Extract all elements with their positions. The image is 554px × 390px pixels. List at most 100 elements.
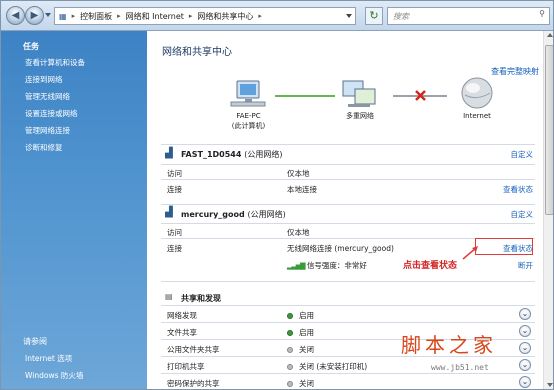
status-on-icon <box>287 313 293 319</box>
sharing-row-label: 网络发现 <box>167 311 197 320</box>
divider <box>161 322 535 323</box>
search-input[interactable]: 搜索 ⚲ <box>387 7 550 25</box>
sidebar-link-windows-firewall[interactable]: Windows 防火墙 <box>25 370 83 381</box>
refresh-button[interactable]: ↻ <box>365 7 383 25</box>
divider <box>161 373 535 374</box>
sidebar-item-manage-wireless[interactable]: 管理无线网络 <box>25 91 70 102</box>
breadcrumb[interactable]: ▦ ▸ 控制面板 ▸ 网络和 Internet ▸ 网络和共享中心 ▸ <box>54 7 356 25</box>
scroll-thumb[interactable] <box>545 45 553 215</box>
multiple-networks-icon <box>342 80 376 107</box>
network-2-name: mercury_good (公用网络) <box>181 209 286 220</box>
sidebar-item-connect-network[interactable]: 连接到网络 <box>25 74 63 85</box>
callout-arrow-icon <box>462 246 478 260</box>
status-on-icon <box>287 330 293 336</box>
network-1-access-label: 访问 <box>167 169 182 178</box>
computer-icon <box>230 80 266 107</box>
breadcrumb-separator-icon: ▸ <box>71 12 76 20</box>
divider <box>161 204 535 205</box>
network-1-view-status-link[interactable]: 查看状态 <box>503 184 533 195</box>
sharing-heading: 共享和发现 <box>181 294 221 303</box>
network-2-ssid: mercury_good <box>181 210 245 219</box>
status-off-icon <box>287 347 293 353</box>
sharing-row-label: 文件共享 <box>167 328 197 337</box>
sidebar: 任务 查看计算机和设备 连接到网络 管理无线网络 设置连接或网络 管理网络连接 … <box>1 31 147 389</box>
wireless-network-icon: ▟ <box>165 207 173 218</box>
network-folder-icon: ▦ <box>59 11 67 21</box>
divider <box>161 223 535 224</box>
disconnect-link[interactable]: 断开 <box>518 260 533 271</box>
expand-chevron-icon[interactable]: ⌄ <box>519 359 531 371</box>
status-off-icon <box>287 364 293 370</box>
sidebar-heading: 任务 <box>23 42 39 51</box>
network-1-type: (公用网络) <box>244 150 283 159</box>
sidebar-item-manage-connections[interactable]: 管理网络连接 <box>25 125 70 136</box>
sharing-row-status: 关闭 <box>287 344 314 355</box>
breadcrumb-separator-icon: ▸ <box>117 12 121 20</box>
status-off-icon <box>287 381 293 387</box>
wired-network-icon: ▟ <box>165 148 173 159</box>
search-placeholder: 搜索 <box>393 11 409 21</box>
sharing-row-status-text: 启用 <box>299 328 314 337</box>
expand-chevron-icon[interactable]: ⌄ <box>519 376 531 388</box>
sidebar-item-setup-connection[interactable]: 设置连接或网络 <box>25 108 78 119</box>
multiple-networks-label: 多重网络 <box>346 112 374 120</box>
sharing-row-status: 关闭 (未安装打印机) <box>287 361 367 372</box>
expand-chevron-icon[interactable]: ⌄ <box>519 342 531 354</box>
network-2-access-label: 访问 <box>167 228 182 237</box>
network-2-connection-label: 连接 <box>167 244 182 253</box>
network-1-name: FAST_1D0544 (公用网络) <box>181 149 282 160</box>
breadcrumb-separator-icon: ▸ <box>188 12 193 20</box>
watermark-text: 脚本之家 <box>401 333 497 357</box>
recent-pages-dropdown-icon[interactable] <box>45 13 51 17</box>
see-also-heading: 请参阅 <box>23 337 47 346</box>
window: ◀ ▶ ▦ ▸ 控制面板 ▸ 网络和 Internet ▸ 网络和共享中心 ▸ … <box>0 0 554 390</box>
network-1-connection-label: 连接 <box>167 185 182 194</box>
expand-chevron-icon[interactable]: ⌄ <box>519 308 531 320</box>
page-title: 网络和共享中心 <box>162 47 232 58</box>
sharing-row-status-text: 启用 <box>299 311 314 320</box>
divider <box>161 164 535 165</box>
breadcrumb-separator-icon: ▸ <box>258 12 262 20</box>
network-2-connection-value: 无线网络连接 (mercury_good) <box>287 244 394 253</box>
scroll-down-icon[interactable] <box>547 383 553 387</box>
divider <box>161 305 535 306</box>
sharing-row-label: 打印机共享 <box>167 362 205 371</box>
sharing-row-status: 启用 <box>287 327 314 338</box>
network-1-connection-value: 本地连接 <box>287 185 317 194</box>
expand-chevron-icon[interactable]: ⌄ <box>519 325 531 337</box>
path-dropdown-icon[interactable] <box>346 14 352 18</box>
network-2-type: (公用网络) <box>247 210 286 219</box>
search-icon[interactable]: ⚲ <box>539 9 545 18</box>
sidebar-link-internet-options[interactable]: Internet 选项 <box>25 353 72 364</box>
network-1-customize-link[interactable]: 自定义 <box>511 149 534 160</box>
signal-strength: ▂▃▅▇ 信号强度：非常好 <box>287 260 367 271</box>
network-2-customize-link[interactable]: 自定义 <box>511 209 534 220</box>
computer-name: FAE-PC <box>236 112 261 120</box>
signal-bars-icon: ▂▃▅▇ <box>287 262 306 270</box>
sharing-row-label: 公用文件夹共享 <box>167 345 220 354</box>
internet-label: Internet <box>463 112 491 120</box>
scroll-up-icon[interactable] <box>547 33 553 37</box>
sidebar-item-diagnose[interactable]: 诊断和修复 <box>25 142 63 153</box>
address-bar: ◀ ▶ ▦ ▸ 控制面板 ▸ 网络和 Internet ▸ 网络和共享中心 ▸ … <box>1 1 553 31</box>
sidebar-item-view-computers[interactable]: 查看计算机和设备 <box>25 57 85 68</box>
network-1-access-value: 仅本地 <box>287 169 310 178</box>
sharing-icon: ▤ <box>165 292 173 301</box>
breadcrumb-network-sharing-center[interactable]: 网络和共享中心 <box>197 11 253 22</box>
sharing-row-status: 启用 <box>287 310 314 321</box>
network-2-access-value: 仅本地 <box>287 228 310 237</box>
back-button[interactable]: ◀ <box>6 6 25 25</box>
callout-highlight-box <box>475 238 533 255</box>
signal-strength-text: 信号强度：非常好 <box>306 261 367 270</box>
watermark-url: www.jb51.net <box>431 363 489 372</box>
computer-node-label: FAE-PC (此计算机) <box>221 111 276 131</box>
forward-button[interactable]: ▶ <box>25 6 44 25</box>
sharing-row-status: 关闭 <box>287 378 314 389</box>
computer-sub: (此计算机) <box>231 122 266 130</box>
breadcrumb-control-panel[interactable]: 控制面板 <box>80 11 112 22</box>
sharing-row-status-text: 关闭 <box>299 379 314 388</box>
breadcrumb-network-internet[interactable]: 网络和 Internet <box>126 11 184 22</box>
sharing-row-status-text: 关闭 <box>299 345 314 354</box>
divider <box>161 144 535 145</box>
vertical-scrollbar[interactable] <box>543 31 553 389</box>
